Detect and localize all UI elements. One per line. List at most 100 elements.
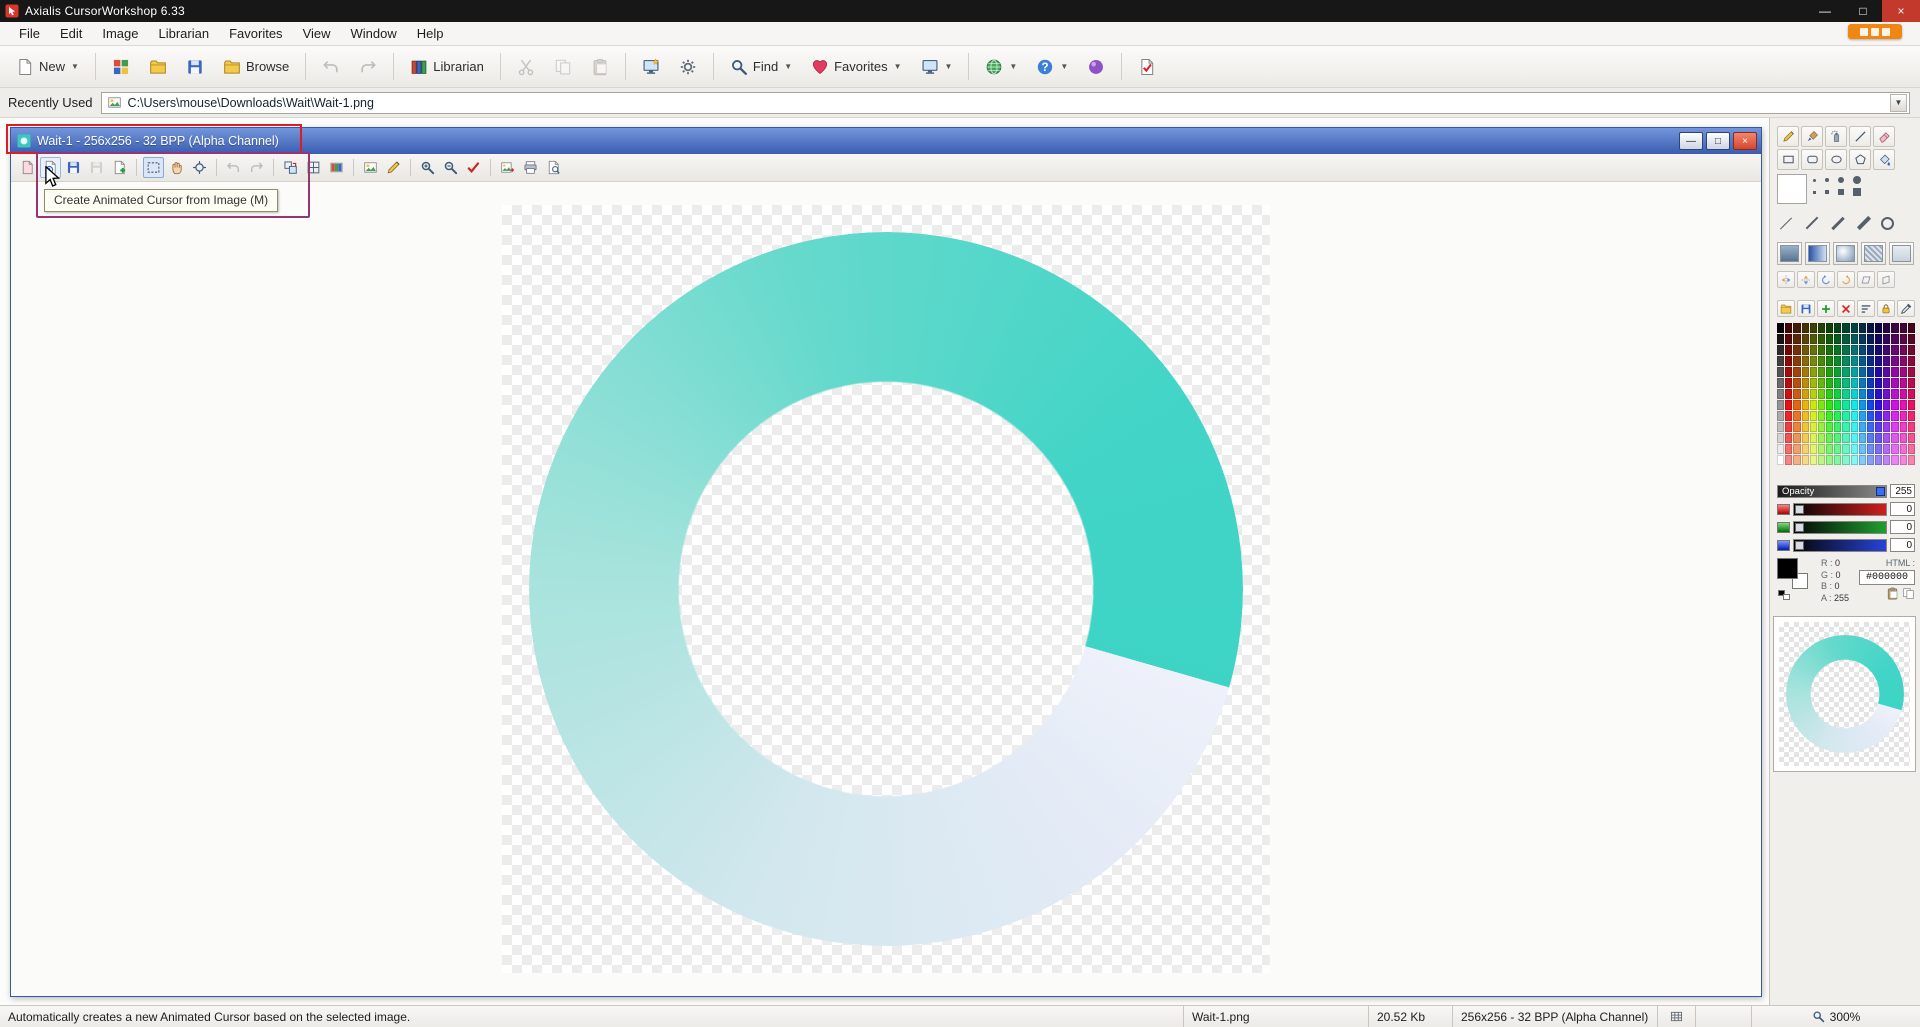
palette-swatch[interactable] — [1875, 411, 1882, 421]
palette-swatch[interactable] — [1793, 345, 1800, 355]
palette-swatch[interactable] — [1810, 422, 1817, 432]
test-check-button[interactable] — [463, 157, 484, 178]
palette-swatch[interactable] — [1851, 367, 1858, 377]
librarian-books-button[interactable]: Librarian — [402, 51, 492, 83]
palette-swatch[interactable] — [1908, 334, 1915, 344]
palette-swatch[interactable] — [1777, 345, 1784, 355]
palette-swatch[interactable] — [1818, 455, 1825, 465]
fill-bucket-tool[interactable] — [1873, 149, 1895, 170]
browse-folder-button[interactable]: Browse — [215, 51, 297, 83]
palette-swatch[interactable] — [1802, 345, 1809, 355]
skew-horizontal-tool[interactable] — [1857, 271, 1875, 288]
magic-wand-tool[interactable] — [1861, 242, 1886, 265]
palette-swatch[interactable] — [1826, 356, 1833, 366]
palette-swatch[interactable] — [1785, 444, 1792, 454]
maximize-button[interactable]: □ — [1844, 0, 1882, 22]
palette-swatch[interactable] — [1834, 345, 1841, 355]
redo-button[interactable] — [351, 51, 385, 83]
favorites-heart-button[interactable]: Favorites▼ — [803, 51, 909, 83]
palette-swatch[interactable] — [1859, 389, 1866, 399]
palette-lock-tool[interactable] — [1877, 300, 1895, 317]
select-ellipse-tool[interactable] — [1805, 242, 1830, 265]
crop-grid-button[interactable] — [303, 157, 324, 178]
menu-item-help[interactable]: Help — [408, 23, 453, 44]
palette-swatch[interactable] — [1908, 345, 1915, 355]
palette-swatch[interactable] — [1834, 323, 1841, 333]
palette-sort-tool[interactable] — [1857, 300, 1875, 317]
palette-swatch[interactable] — [1859, 433, 1866, 443]
draw-pencil-button[interactable] — [383, 157, 404, 178]
palette-swatch[interactable] — [1883, 411, 1890, 421]
palette-swatch[interactable] — [1834, 433, 1841, 443]
palette-swatch[interactable] — [1834, 378, 1841, 388]
dropdown-caret-icon[interactable]: ▼ — [1060, 62, 1068, 71]
palette-swatch[interactable] — [1867, 400, 1874, 410]
palette-swatch[interactable] — [1875, 323, 1882, 333]
palette-swatch[interactable] — [1842, 433, 1849, 443]
print-button[interactable] — [520, 157, 541, 178]
rotate-right-tool[interactable] — [1837, 271, 1855, 288]
zoom-out-button[interactable] — [440, 157, 461, 178]
palette-swatch[interactable] — [1875, 422, 1882, 432]
palette-swatch[interactable] — [1818, 411, 1825, 421]
palette-swatch[interactable] — [1793, 433, 1800, 443]
palette-swatch[interactable] — [1834, 400, 1841, 410]
slider-opacity[interactable]: Opacity255 — [1777, 484, 1915, 498]
palette-swatch[interactable] — [1777, 400, 1784, 410]
palette-swatch[interactable] — [1875, 378, 1882, 388]
slider-thumb-opacity[interactable] — [1876, 487, 1885, 496]
document-minimize-button[interactable]: — — [1679, 132, 1703, 150]
palette-swatch[interactable] — [1818, 356, 1825, 366]
brush-size-option[interactable] — [1825, 190, 1829, 194]
palette-swatch[interactable] — [1842, 334, 1849, 344]
palette-swatch[interactable] — [1802, 389, 1809, 399]
palette-swatch[interactable] — [1900, 444, 1907, 454]
palette-swatch[interactable] — [1793, 400, 1800, 410]
palette-save-tool[interactable] — [1797, 300, 1815, 317]
palette-swatch[interactable] — [1826, 378, 1833, 388]
ellipse-tool[interactable] — [1825, 149, 1847, 170]
palette-swatch[interactable] — [1826, 367, 1833, 377]
palette-swatch[interactable] — [1900, 433, 1907, 443]
palette-swatch[interactable] — [1867, 323, 1874, 333]
save-as-document-button[interactable] — [86, 157, 107, 178]
foreground-color-swatch[interactable] — [1777, 558, 1798, 579]
palette-swatch[interactable] — [1793, 444, 1800, 454]
palette-swatch[interactable] — [1810, 444, 1817, 454]
resize-image-button[interactable] — [280, 157, 301, 178]
swap-colors-icon[interactable] — [1778, 590, 1791, 601]
slider-value-blue[interactable]: 0 — [1890, 538, 1915, 552]
palette-swatch[interactable] — [1818, 433, 1825, 443]
palette-swatch[interactable] — [1842, 422, 1849, 432]
flip-vertical-tool[interactable] — [1797, 271, 1815, 288]
palette-swatch[interactable] — [1859, 367, 1866, 377]
test-cursor-check-button[interactable] — [1130, 51, 1164, 83]
spray-tool[interactable] — [1825, 126, 1847, 147]
palette-swatch[interactable] — [1859, 400, 1866, 410]
palette-swatch[interactable] — [1851, 422, 1858, 432]
palette-swatch[interactable] — [1891, 400, 1898, 410]
slider-value-red[interactable]: 0 — [1890, 502, 1915, 516]
palette-swatch[interactable] — [1826, 411, 1833, 421]
find-magnifier-button[interactable]: Find▼ — [722, 51, 800, 83]
palette-swatch[interactable] — [1826, 400, 1833, 410]
slider-track-red[interactable] — [1793, 503, 1887, 516]
menu-item-view[interactable]: View — [294, 23, 340, 44]
palette-swatch[interactable] — [1883, 378, 1890, 388]
palette-swatch[interactable] — [1810, 345, 1817, 355]
palette-swatch[interactable] — [1842, 345, 1849, 355]
pan-hand-button[interactable] — [166, 157, 187, 178]
adjust-image-button[interactable] — [360, 157, 381, 178]
palette-swatch[interactable] — [1859, 422, 1866, 432]
palette-swatch[interactable] — [1842, 400, 1849, 410]
palette-swatch[interactable] — [1900, 345, 1907, 355]
palette-swatch[interactable] — [1810, 367, 1817, 377]
dropdown-caret-icon[interactable]: ▼ — [784, 62, 792, 71]
settings-gear-button[interactable] — [671, 51, 705, 83]
palette-dropper-tool[interactable] — [1897, 300, 1915, 317]
palette-swatch[interactable] — [1842, 356, 1849, 366]
palette-swatch[interactable] — [1875, 444, 1882, 454]
palette-swatch[interactable] — [1891, 455, 1898, 465]
palette-swatch[interactable] — [1891, 433, 1898, 443]
palette-swatch[interactable] — [1883, 400, 1890, 410]
